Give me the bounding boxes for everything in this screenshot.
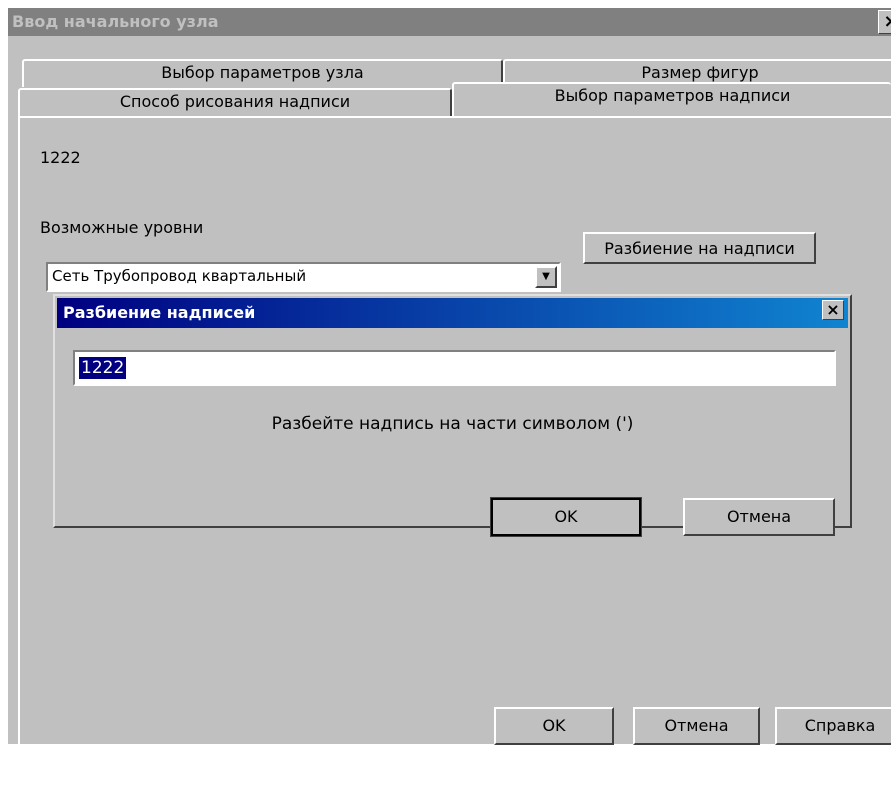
dialog-titlebar: Разбиение надписей	[57, 298, 848, 328]
tab-label: Размер фигур	[641, 63, 759, 82]
close-icon: ×	[883, 11, 891, 32]
chevron-down-icon: ▼	[542, 271, 550, 282]
main-close-button[interactable]: ×	[878, 10, 891, 34]
help-button[interactable]: Справка	[775, 707, 891, 745]
tab-label-drawing-method[interactable]: Способ рисования надписи	[18, 88, 452, 118]
main-titlebar: Ввод начального узла	[8, 8, 891, 36]
levels-select-value: Сеть Трубопровод квартальный	[52, 267, 307, 285]
dialog-title: Разбиение надписей	[63, 303, 256, 322]
dialog-ok-button[interactable]: OK	[490, 497, 642, 537]
dialog-close-button[interactable]: ×	[822, 300, 844, 320]
ok-button[interactable]: OK	[494, 707, 614, 745]
tab-label-parameters[interactable]: Выбор параметров надписи	[452, 82, 891, 116]
levels-label: Возможные уровни	[40, 218, 204, 237]
split-labels-dialog: Разбиение надписей × 1222 Разбейте надпи…	[53, 294, 852, 537]
main-title: Ввод начального узла	[12, 12, 219, 31]
dropdown-arrow-button[interactable]: ▼	[535, 266, 557, 288]
close-icon: ×	[826, 300, 840, 319]
node-label-text: 1222	[40, 148, 81, 167]
split-text-input[interactable]: 1222	[73, 350, 836, 386]
dialog-hint: Разбейте надпись на части символом (')	[271, 414, 634, 434]
split-text-input-value: 1222	[79, 357, 127, 379]
cancel-button[interactable]: Отмена	[633, 707, 760, 745]
tab-label: Выбор параметров узла	[161, 63, 364, 82]
levels-select[interactable]: Сеть Трубопровод квартальный ▼	[46, 262, 561, 292]
dialog-cancel-button[interactable]: Отмена	[683, 498, 835, 536]
tab-node-parameters[interactable]: Выбор параметров узла	[22, 59, 503, 87]
tab-label: Способ рисования надписи	[119, 92, 351, 111]
tab-label: Выбор параметров надписи	[554, 86, 791, 105]
split-labels-button[interactable]: Разбиение на надписи	[583, 232, 816, 264]
